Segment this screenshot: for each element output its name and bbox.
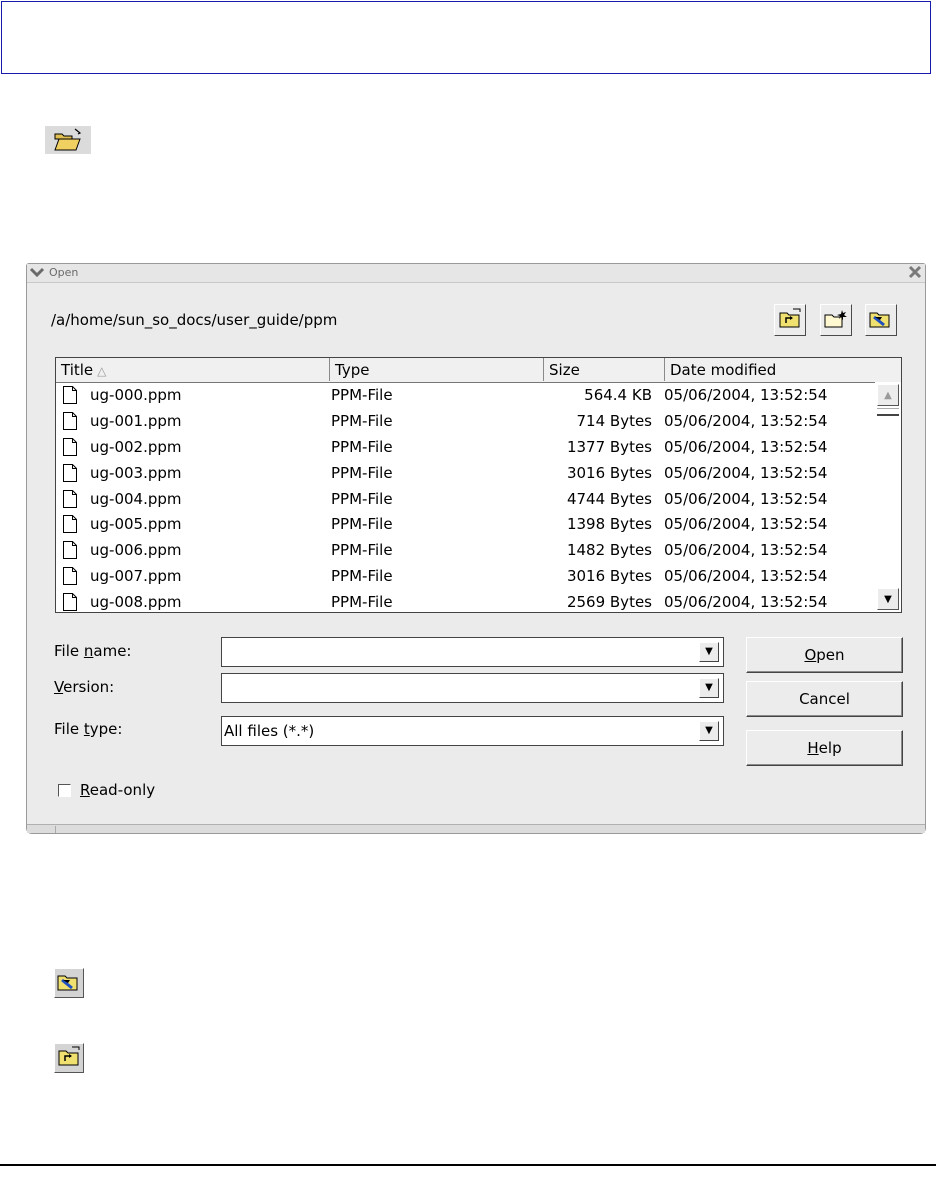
file-name: ug-000.ppm: [90, 386, 182, 404]
file-list-header: Title △ Type Size Date modified: [56, 358, 901, 383]
version-dropdown-button[interactable]: ▼: [699, 678, 719, 698]
column-date-label: Date modified: [670, 361, 777, 379]
file-type: PPM-File: [331, 463, 393, 482]
file-type-label: File type:: [54, 720, 123, 738]
file-size: 4744 Bytes: [566, 489, 652, 508]
sort-ascending-icon: △: [97, 364, 107, 378]
file-name-combobox[interactable]: ▼: [221, 637, 724, 667]
file-row[interactable]: ug-007.ppm PPM-File 3016 Bytes 05/06/2004, …: [56, 563, 876, 589]
current-path: /a/home/sun_so_docs/user_guide/ppm: [51, 311, 338, 329]
column-size-label: Size: [549, 361, 580, 379]
file-name: ug-007.ppm: [90, 567, 182, 586]
up-one-level-icon-sample: [54, 1043, 84, 1073]
open-dialog: Open /a/home/sun_so_docs/user_guide/ppm: [26, 263, 926, 834]
open-button[interactable]: Open: [746, 637, 903, 673]
file-size: 1398 Bytes: [566, 515, 652, 534]
read-only-label[interactable]: Read-only: [80, 781, 155, 799]
file-date: 05/06/2004, 13:52:54: [664, 541, 828, 560]
default-directory-icon: [57, 971, 81, 995]
footer-rule: [0, 1164, 936, 1166]
help-button[interactable]: Help: [746, 730, 903, 766]
file-name-label: File name:: [54, 642, 132, 660]
open-folder-icon: [45, 126, 91, 154]
file-type: PPM-File: [331, 567, 393, 586]
file-name: ug-004.ppm: [90, 489, 182, 508]
file-size: 1482 Bytes: [566, 541, 652, 560]
file-date: 05/06/2004, 13:52:54: [664, 593, 828, 612]
close-icon[interactable]: [907, 264, 923, 284]
file-name: ug-002.ppm: [90, 437, 182, 456]
vertical-scrollbar[interactable]: ▲ ▼: [875, 382, 901, 612]
up-one-level-button[interactable]: [774, 304, 806, 336]
file-name: ug-005.ppm: [90, 515, 182, 534]
scroll-up-button[interactable]: ▲: [877, 384, 899, 406]
file-name: ug-003.ppm: [90, 463, 182, 482]
default-directory-button[interactable]: [865, 304, 897, 336]
file-size: 1377 Bytes: [566, 437, 652, 456]
file-type: PPM-File: [331, 515, 393, 534]
scroll-down-button[interactable]: ▼: [877, 588, 899, 610]
document-icon: [63, 593, 77, 612]
file-list[interactable]: Title △ Type Size Date modified ug-000.pp…: [55, 357, 902, 613]
note-box: [1, 1, 931, 74]
file-size: 564.4 KB: [584, 386, 652, 404]
file-row[interactable]: ug-004.ppm PPM-File 4744 Bytes 05/06/2004, …: [56, 486, 876, 512]
file-row[interactable]: ug-003.ppm PPM-File 3016 Bytes 05/06/2004, …: [56, 460, 876, 486]
dialog-title: Open: [49, 266, 79, 279]
file-name: ug-001.ppm: [90, 411, 182, 430]
file-type: PPM-File: [331, 386, 393, 404]
file-type-dropdown-button[interactable]: ▼: [699, 721, 719, 741]
file-date: 05/06/2004, 13:52:54: [664, 411, 828, 430]
column-title[interactable]: Title △: [56, 358, 330, 381]
file-date: 05/06/2004, 13:52:54: [664, 567, 828, 586]
file-type: PPM-File: [331, 593, 393, 612]
file-name-dropdown-button[interactable]: ▼: [699, 642, 719, 662]
file-type: PPM-File: [331, 541, 393, 560]
file-type: PPM-File: [331, 489, 393, 508]
file-type-value: All files (*.*): [224, 722, 315, 740]
file-size: 3016 Bytes: [566, 567, 652, 586]
title-bar[interactable]: Open: [27, 264, 925, 283]
read-only-checkbox[interactable]: [58, 784, 71, 797]
new-folder-icon: [824, 308, 848, 332]
file-date: 05/06/2004, 13:52:54: [664, 515, 828, 534]
file-row[interactable]: ug-002.ppm PPM-File 1377 Bytes 05/06/2004, …: [56, 434, 876, 460]
file-size: 2569 Bytes: [566, 593, 652, 612]
file-type: PPM-File: [331, 411, 393, 430]
file-date: 05/06/2004, 13:52:54: [664, 386, 828, 404]
column-size[interactable]: Size: [544, 358, 665, 381]
cancel-button[interactable]: Cancel: [746, 681, 903, 717]
file-type: PPM-File: [331, 437, 393, 456]
new-folder-button[interactable]: [820, 304, 852, 336]
column-title-label: Title: [61, 361, 94, 379]
dialog-bottom-edge: [27, 824, 925, 833]
file-date: 05/06/2004, 13:52:54: [664, 463, 828, 482]
column-type-label: Type: [335, 361, 370, 379]
file-row[interactable]: ug-001.ppm PPM-File 714 Bytes 05/06/2004, 1…: [56, 408, 876, 434]
default-directory-icon: [869, 308, 893, 332]
file-date: 05/06/2004, 13:52:54: [664, 489, 828, 508]
version-combobox[interactable]: ▼: [221, 673, 724, 703]
file-row[interactable]: ug-000.ppm PPM-File 564.4 KB 05/06/2004, 13…: [56, 382, 876, 408]
file-name: ug-008.ppm: [90, 593, 182, 612]
resize-handle[interactable]: [31, 826, 56, 833]
file-date: 05/06/2004, 13:52:54: [664, 437, 828, 456]
file-size: 3016 Bytes: [566, 463, 652, 482]
file-size: 714 Bytes: [576, 411, 653, 430]
version-label: Version:: [54, 678, 115, 696]
file-row[interactable]: ug-006.ppm PPM-File 1482 Bytes 05/06/2004, …: [56, 537, 876, 563]
scroll-thumb[interactable]: [877, 408, 899, 416]
file-row[interactable]: ug-005.ppm PPM-File 1398 Bytes 05/06/2004, …: [56, 511, 876, 537]
file-type-combobox[interactable]: All files (*.*) ▼: [221, 716, 724, 746]
up-one-level-icon: [779, 308, 801, 332]
window-menu-icon[interactable]: [28, 264, 46, 284]
default-directory-icon-sample: [54, 968, 84, 998]
up-one-level-icon: [58, 1046, 80, 1070]
file-name: ug-006.ppm: [90, 541, 182, 560]
file-row[interactable]: ug-008.ppm PPM-File 2569 Bytes 05/06/2004, …: [56, 589, 876, 612]
file-rows: ug-000.ppm PPM-File 564.4 KB 05/06/2004, 13…: [56, 382, 876, 612]
column-type[interactable]: Type: [330, 358, 544, 381]
column-date-modified[interactable]: Date modified: [665, 358, 901, 381]
